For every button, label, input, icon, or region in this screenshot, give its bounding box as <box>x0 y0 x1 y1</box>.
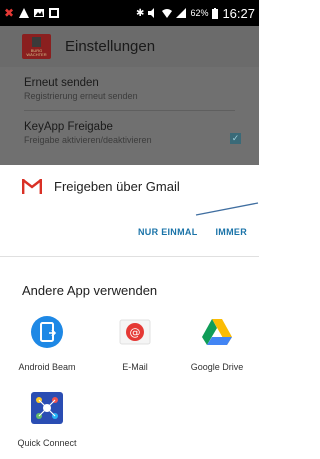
email-icon: @ <box>119 319 151 345</box>
status-bar: ✖ ✱ 62% 16:27 <box>0 0 259 26</box>
other-apps-heading: Andere App verwenden <box>22 283 158 298</box>
warning-icon <box>19 8 30 18</box>
setting-subtitle: Freigabe aktivieren/deaktivieren <box>24 135 152 145</box>
app-label: Android Beam <box>18 362 76 372</box>
annotation-pointer-line <box>195 202 259 216</box>
app-icon <box>49 8 60 18</box>
always-button[interactable]: IMMER <box>216 227 248 237</box>
battery-percent: 62% <box>190 8 209 18</box>
app-google-drive[interactable]: Google Drive <box>182 315 252 372</box>
default-app-card: Freigeben über Gmail NUR EINMAL IMMER <box>0 165 259 256</box>
android-beam-icon <box>31 316 63 348</box>
app-android-beam[interactable]: Android Beam <box>12 315 82 372</box>
background-app: BURG WÄCHTER Einstellungen Erneut senden… <box>0 26 259 165</box>
setting-keyapp-share[interactable]: KeyApp Freigabe Freigabe aktivieren/deak… <box>0 111 259 145</box>
battery-icon <box>212 7 219 19</box>
setting-title: Erneut senden <box>24 77 99 89</box>
image-icon <box>34 9 45 17</box>
clock: 16:27 <box>222 5 255 21</box>
keyapp-share-checkbox[interactable]: ✓ <box>230 133 241 144</box>
setting-subtitle: Registrierung erneut senden <box>24 91 138 101</box>
mute-icon <box>148 8 155 18</box>
share-chooser-sheet: Freigeben über Gmail NUR EINMAL IMMER An… <box>0 165 259 459</box>
app-label: Google Drive <box>190 362 244 372</box>
just-once-button[interactable]: NUR EINMAL <box>138 227 198 237</box>
setting-resend[interactable]: Erneut senden Registrierung erneut sende… <box>0 67 259 111</box>
default-actions: NUR EINMAL IMMER <box>138 227 247 237</box>
quick-connect-icon <box>31 392 63 424</box>
divider <box>0 256 259 257</box>
close-notification-icon: ✖ <box>4 6 15 20</box>
app-bar: BURG WÄCHTER Einstellungen <box>0 26 259 67</box>
burg-waechter-logo: BURG WÄCHTER <box>22 34 51 59</box>
app-label: Quick Connect <box>17 438 77 448</box>
app-label: E-Mail <box>122 362 148 372</box>
bluetooth-icon: ✱ <box>136 7 145 19</box>
signal-icon <box>176 8 187 18</box>
setting-title: KeyApp Freigabe <box>24 121 113 133</box>
app-email[interactable]: @ E-Mail <box>100 315 170 372</box>
app-quick-connect[interactable]: Quick Connect <box>12 391 82 448</box>
svg-text:@: @ <box>130 326 141 339</box>
page-title: Einstellungen <box>65 38 156 55</box>
google-drive-icon <box>202 319 232 345</box>
wifi-icon <box>162 9 173 18</box>
